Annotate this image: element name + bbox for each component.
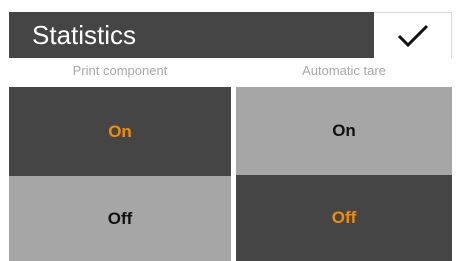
confirm-button[interactable] (374, 12, 452, 58)
automatic-tare-on-button[interactable]: On (236, 87, 452, 175)
page-title: Statistics (32, 20, 137, 50)
title-bar: Statistics (9, 12, 374, 58)
print-component-off-button[interactable]: Off (9, 176, 231, 261)
automatic-tare-label: Automatic tare (302, 63, 386, 78)
checkmark-icon (397, 24, 428, 47)
print-component-label: Print component (72, 63, 168, 78)
print-component-on-button[interactable]: On (9, 87, 231, 176)
statistics-screen: Statistics Print component Automatic tar… (0, 0, 461, 261)
automatic-tare-off-button[interactable]: Off (236, 175, 452, 261)
